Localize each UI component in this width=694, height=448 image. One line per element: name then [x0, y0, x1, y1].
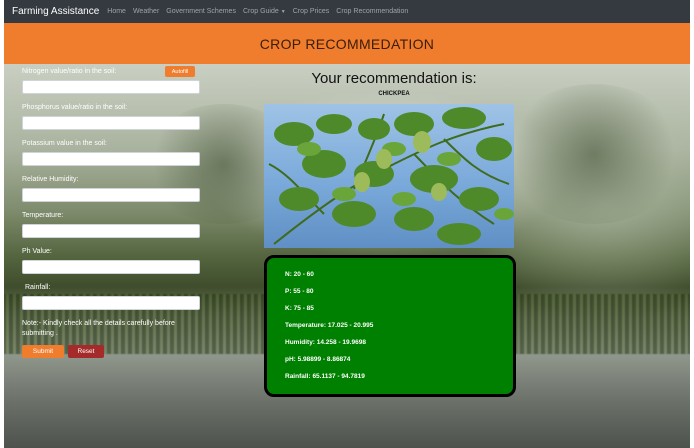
detail-phosphorus: P: 55 - 80 [285, 288, 314, 295]
nitrogen-label-row: Nitrogen value/ratio in the soil: Autofi… [22, 66, 198, 77]
humidity-input[interactable] [22, 188, 200, 202]
form-buttons: Submit Reset [22, 345, 198, 358]
recommendation-details: N: 20 - 60 P: 55 - 80 K: 75 - 85 Tempera… [264, 255, 516, 397]
nitrogen-input[interactable] [22, 80, 200, 94]
page: Farming Assistance Home Weather Governme… [4, 0, 690, 448]
autofill-button[interactable]: Autofill [165, 66, 195, 77]
submit-button[interactable]: Submit [22, 345, 64, 358]
detail-nitrogen: N: 20 - 60 [285, 271, 314, 278]
navbar: Farming Assistance Home Weather Governme… [4, 0, 690, 23]
nav-weather[interactable]: Weather [133, 8, 159, 15]
recommended-crop: CHICKPEA [378, 91, 410, 97]
detail-potassium: K: 75 - 85 [285, 305, 314, 312]
phosphorus-input[interactable] [22, 116, 200, 130]
ph-input[interactable] [22, 260, 200, 274]
recommendation-heading: Your recommendation is: [311, 70, 477, 87]
nav-government-schemes[interactable]: Government Schemes [166, 8, 236, 15]
nav-home[interactable]: Home [107, 8, 126, 15]
nav-crop-recommendation[interactable]: Crop Recommendation [336, 8, 408, 15]
temperature-input[interactable] [22, 224, 200, 238]
page-title: CROP RECOMMEDATION [259, 35, 435, 52]
nav-crop-guide-dropdown[interactable]: Crop Guide ▼ [243, 8, 286, 15]
nav-crop-guide-label: Crop Guide [242, 8, 279, 15]
reset-button[interactable]: Reset [68, 345, 104, 358]
phosphorus-label: Phosphorus value/ratio in the soil: [22, 104, 128, 111]
temperature-label: Temperature: [22, 212, 64, 219]
chickpea-plant-illustration [268, 107, 514, 245]
crop-image [264, 104, 514, 248]
crop-form: Nitrogen value/ratio in the soil: Autofi… [22, 66, 200, 358]
rainfall-input[interactable] [22, 296, 200, 310]
potassium-label: Potassium value in the soil: [22, 140, 107, 147]
detail-humidity: Humidity: 14.258 - 19.9698 [285, 339, 366, 346]
detail-rainfall: Rainfall: 65.1137 - 94.7819 [285, 373, 365, 380]
nav-crop-prices[interactable]: Crop Prices [293, 8, 330, 15]
detail-temperature: Temperature: 17.025 - 20.995 [285, 322, 374, 329]
page-header: CROP RECOMMEDATION [4, 23, 690, 64]
detail-ph: pH: 5.98899 - 8.86874 [285, 356, 351, 363]
potassium-input[interactable] [22, 152, 200, 166]
form-note: Note:- Kindly check all the details care… [22, 320, 175, 337]
ph-label: Ph Value: [22, 248, 52, 255]
rainfall-label: Rainfall: [25, 284, 51, 291]
humidity-label: Relative Humidity: [22, 176, 79, 183]
brand-link[interactable]: Farming Assistance [12, 6, 99, 17]
chevron-down-icon: ▼ [280, 9, 286, 15]
